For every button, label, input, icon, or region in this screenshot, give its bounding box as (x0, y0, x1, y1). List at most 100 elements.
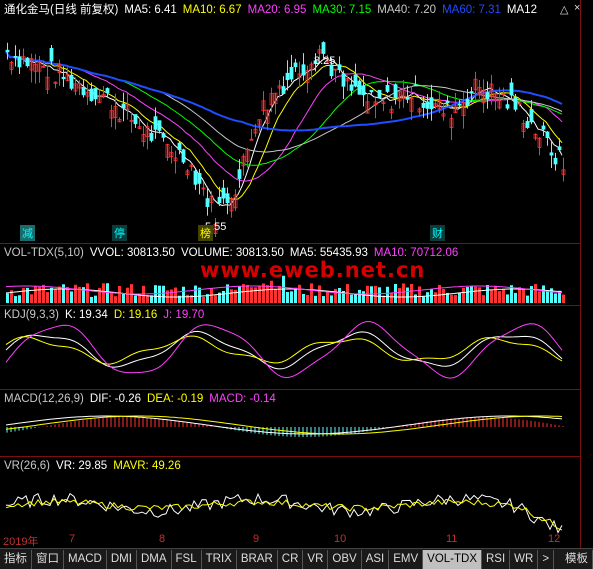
candle-body (485, 92, 490, 100)
tab-fsl[interactable]: FSL (172, 549, 202, 569)
candle-body (385, 85, 390, 92)
macd-macd-value: MACD: -0.14 (209, 393, 276, 405)
ma30-value: MA30: 7.15 (312, 4, 372, 16)
candle-body (69, 74, 74, 89)
tab-emv[interactable]: EMV (389, 549, 424, 569)
kdj-k-value: K: 19.34 (64, 309, 108, 321)
candle-body (357, 80, 362, 95)
volume-bar (394, 283, 397, 303)
candle-body (349, 84, 354, 91)
tab-dmi[interactable]: DMI (107, 549, 137, 569)
tab-rsi[interactable]: RSI (482, 549, 511, 569)
event-mark-finance[interactable]: 财 (430, 225, 445, 241)
volume-bar (306, 294, 309, 303)
candle-body (181, 149, 186, 163)
event-mark-halt[interactable]: 停 (112, 225, 127, 241)
volume-bar (274, 288, 277, 303)
scroll-up-icon[interactable]: △ (560, 3, 568, 16)
volume-bar (498, 291, 501, 303)
candle-body (393, 84, 398, 99)
volume-bar (482, 295, 485, 303)
volume-bar (490, 289, 493, 303)
volume-bar (542, 285, 545, 303)
volume-bar (442, 289, 445, 303)
candle-body (513, 96, 518, 110)
volume-bar (290, 291, 293, 303)
tab-obv[interactable]: OBV (328, 549, 362, 569)
volume-bar (370, 286, 373, 303)
tab-macd[interactable]: MACD (64, 549, 107, 569)
candle-body (341, 73, 346, 87)
volume-bar (362, 291, 365, 303)
close-icon[interactable]: × (574, 2, 580, 14)
volume-bar (126, 287, 129, 303)
volume-bar (18, 295, 21, 303)
volume-bar (162, 285, 165, 303)
candle-body (545, 131, 550, 139)
tab-window[interactable]: 窗口 (32, 549, 64, 569)
xaxis-label-month-11: 11 (446, 533, 458, 545)
vr-value: VR: 29.85 (56, 460, 108, 472)
volume-bar (322, 296, 325, 303)
volume-bar (174, 287, 177, 303)
volume-bar (374, 285, 377, 303)
volume-bar (314, 295, 317, 303)
tab-trix[interactable]: TRIX (202, 549, 237, 569)
high-price-label: 8.25 (314, 55, 336, 67)
volume-bar (534, 284, 537, 303)
volume-bar (106, 283, 109, 303)
volume-bar (46, 292, 49, 303)
tab-more-arrow[interactable]: > (538, 549, 555, 569)
volume-bar (298, 284, 301, 303)
candle-body (161, 133, 166, 138)
volume-bar (266, 285, 269, 303)
event-mark-reduce[interactable]: 减 (20, 225, 35, 241)
candle-body (529, 108, 534, 123)
volume-bar (386, 286, 389, 303)
volume-bar (486, 285, 489, 303)
volume-bar (102, 283, 105, 303)
tab-cr[interactable]: CR (278, 549, 304, 569)
kdj-indicator-name: KDJ(9,3,3) (4, 309, 59, 321)
tab-brar[interactable]: BRAR (237, 549, 278, 569)
volume-bar (70, 291, 73, 303)
tab-indicator[interactable]: 指标 (0, 549, 32, 569)
candle-body (285, 72, 290, 81)
macd-indicator-name: MACD(12,26,9) (4, 393, 84, 405)
volume-bar (462, 288, 465, 303)
volume-bar (170, 289, 173, 303)
kdj-j-value: J: 19.70 (163, 309, 205, 321)
candle-body (505, 104, 510, 109)
candle-body (429, 97, 434, 110)
volume-bar (14, 296, 17, 303)
xaxis-label-year: 2019年 (3, 536, 39, 548)
kdj-line (5, 335, 563, 365)
tab-vol-tdx[interactable]: VOL-TDX (423, 549, 482, 569)
candle-body (549, 152, 554, 156)
stock-chart-window: 通化金马(日线 前复权) MA5: 6.41 MA10: 6.67 MA20: … (0, 0, 593, 569)
tab-asi[interactable]: ASI (362, 549, 390, 569)
vvol-value: VVOL: 30813.50 (89, 247, 175, 259)
volume-bar (478, 287, 481, 303)
volume-bar (402, 283, 405, 303)
kdj-d-value: D: 19.16 (113, 309, 158, 321)
volume-bar (242, 284, 245, 303)
candle-body (413, 84, 418, 87)
tab-vr[interactable]: VR (303, 549, 329, 569)
tab-wr[interactable]: WR (510, 549, 539, 569)
candle-body (221, 187, 226, 199)
vr-indicator-name: VR(26,6) (4, 460, 51, 472)
volume-bar (114, 296, 117, 303)
volume-bar (186, 294, 189, 303)
volume-bar (278, 285, 281, 303)
volume-bar (530, 286, 533, 303)
event-mark-list[interactable]: 榜 (198, 225, 213, 241)
volume-bar (418, 286, 421, 303)
volume-bar (110, 293, 113, 303)
volume-bar (466, 287, 469, 303)
volume-bar (34, 285, 37, 303)
tab-dma[interactable]: DMA (137, 549, 172, 569)
tab-template[interactable]: 模板 (561, 549, 593, 569)
ma-line-5 (5, 51, 563, 207)
volume-bar (90, 296, 93, 303)
